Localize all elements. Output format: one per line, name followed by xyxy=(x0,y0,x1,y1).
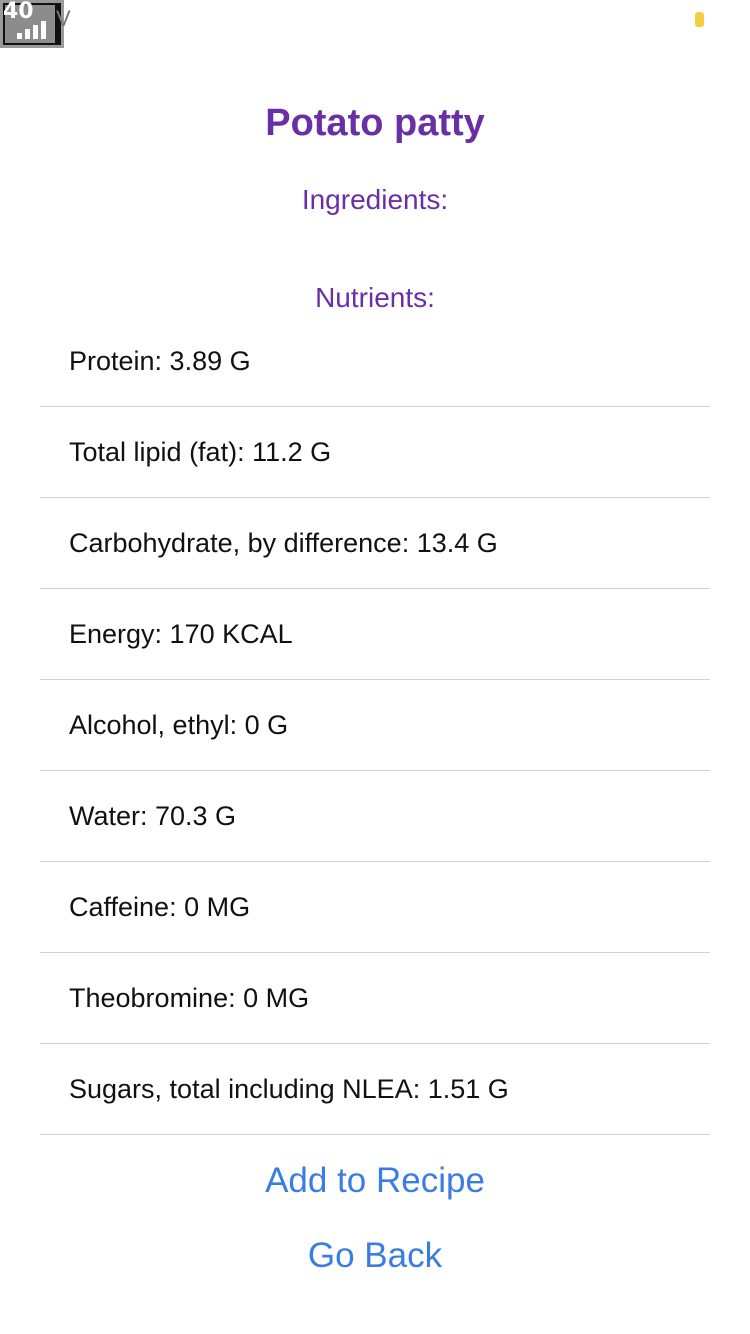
battery-icon xyxy=(695,12,704,27)
nutrient-row-theobromine: Theobromine: 0 MG xyxy=(40,953,710,1044)
nutrient-row-protein: Protein: 3.89 G xyxy=(40,316,710,407)
ingredients-heading: Ingredients: xyxy=(301,184,449,215)
nutrient-row-water: Water: 70.3 G xyxy=(40,771,710,862)
add-to-recipe-button[interactable]: Add to Recipe xyxy=(0,1160,750,1202)
nutrient-row-carbohydrate: Carbohydrate, by difference: 13.4 G xyxy=(40,498,710,589)
status-bar: 40 V xyxy=(0,0,750,50)
nutrient-row-sugars: Sugars, total including NLEA: 1.51 G xyxy=(40,1044,710,1135)
nutrient-list: Protein: 3.89 G Total lipid (fat): 11.2 … xyxy=(40,316,710,1135)
nutrient-row-fat: Total lipid (fat): 11.2 G xyxy=(40,407,710,498)
signal-indicator: 40 xyxy=(0,0,64,48)
nutrient-row-caffeine: Caffeine: 0 MG xyxy=(40,862,710,953)
nutrients-heading: Nutrients: xyxy=(315,282,435,313)
nutrient-row-energy: Energy: 170 KCAL xyxy=(40,589,710,680)
carrier-label: V xyxy=(56,6,71,31)
nutrient-row-alcohol: Alcohol, ethyl: 0 G xyxy=(40,680,710,771)
go-back-button[interactable]: Go Back xyxy=(0,1235,750,1277)
page-title: Potato patty xyxy=(265,102,485,144)
signal-bars-icon xyxy=(17,21,46,39)
